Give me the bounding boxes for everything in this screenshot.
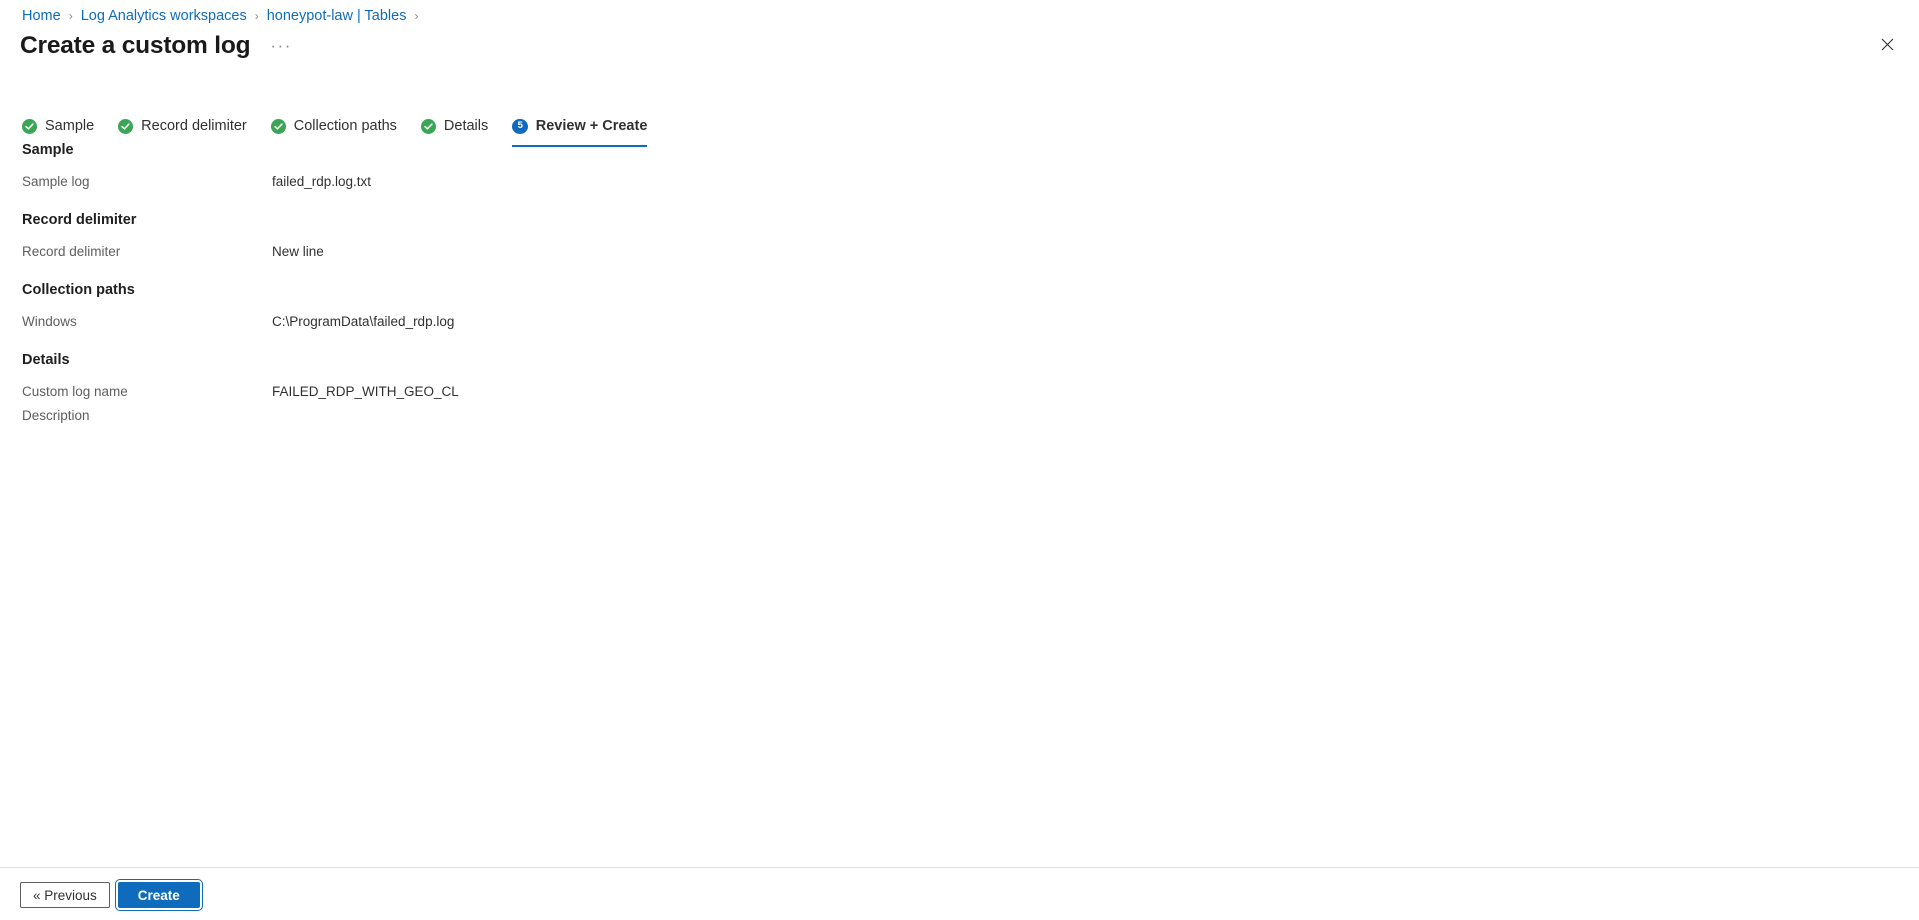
row-label: Windows bbox=[22, 314, 77, 329]
page-header: Create a custom log ··· bbox=[20, 30, 296, 62]
create-button[interactable]: Create bbox=[114, 879, 203, 911]
breadcrumb-item-home[interactable]: Home bbox=[22, 6, 61, 26]
row-label: Sample log bbox=[22, 174, 90, 189]
section-title: Collection paths bbox=[22, 282, 135, 298]
breadcrumb-item-honeypot-law-tables[interactable]: honeypot-law | Tables bbox=[267, 6, 407, 26]
row-label: Custom log name bbox=[22, 384, 128, 399]
row-value: failed_rdp.log.txt bbox=[272, 174, 372, 189]
close-icon bbox=[1881, 38, 1893, 50]
breadcrumb-separator-icon: › bbox=[68, 9, 73, 23]
summary-row: Description bbox=[22, 406, 1422, 426]
summary-row: Sample log failed_rdp.log.txt bbox=[22, 172, 1422, 192]
breadcrumb-item-log-analytics-workspaces[interactable]: Log Analytics workspaces bbox=[81, 6, 247, 26]
step-number-badge: 5 bbox=[512, 118, 528, 134]
row-value: New line bbox=[272, 244, 324, 259]
row-value: C:\ProgramData\failed_rdp.log bbox=[272, 314, 455, 329]
check-circle-icon bbox=[22, 118, 37, 134]
check-circle-icon bbox=[118, 118, 134, 134]
summary-row: Windows C:\ProgramData\failed_rdp.log bbox=[22, 312, 1422, 332]
section-details: Details Custom log name FAILED_RDP_WITH_… bbox=[22, 350, 1422, 426]
row-value: FAILED_RDP_WITH_GEO_CL bbox=[272, 384, 459, 399]
summary-row: Custom log name FAILED_RDP_WITH_GEO_CL bbox=[22, 382, 1422, 402]
breadcrumb-separator-icon: › bbox=[414, 9, 419, 23]
tab-label: Record delimiter bbox=[141, 118, 247, 134]
tab-label: Review + Create bbox=[535, 118, 648, 134]
summary-row: Record delimiter New line bbox=[22, 242, 1422, 262]
breadcrumb-separator-icon: › bbox=[254, 9, 259, 23]
review-summary: Sample Sample log failed_rdp.log.txt Rec… bbox=[22, 140, 1422, 430]
page-title: Create a custom log bbox=[20, 32, 251, 59]
more-options-icon[interactable]: ··· bbox=[266, 37, 295, 55]
breadcrumb: Home › Log Analytics workspaces › honeyp… bbox=[22, 6, 426, 26]
check-circle-icon bbox=[420, 118, 436, 134]
tab-label: Details bbox=[443, 118, 489, 134]
section-title: Details bbox=[22, 352, 70, 368]
tab-label: Sample bbox=[45, 118, 95, 134]
section-sample: Sample Sample log failed_rdp.log.txt bbox=[22, 140, 1422, 192]
section-collection-paths: Collection paths Windows C:\ProgramData\… bbox=[22, 280, 1422, 332]
footer-divider bbox=[0, 867, 1919, 868]
section-title: Record delimiter bbox=[22, 212, 137, 228]
section-record-delimiter: Record delimiter Record delimiter New li… bbox=[22, 210, 1422, 262]
row-label: Record delimiter bbox=[22, 244, 121, 259]
footer-actions: « Previous Create bbox=[20, 879, 203, 911]
previous-button[interactable]: « Previous bbox=[20, 882, 110, 908]
check-circle-icon bbox=[270, 118, 286, 134]
close-button[interactable] bbox=[1873, 30, 1901, 58]
tab-label: Collection paths bbox=[293, 118, 397, 134]
row-label: Description bbox=[22, 408, 90, 423]
section-title: Sample bbox=[22, 142, 74, 158]
